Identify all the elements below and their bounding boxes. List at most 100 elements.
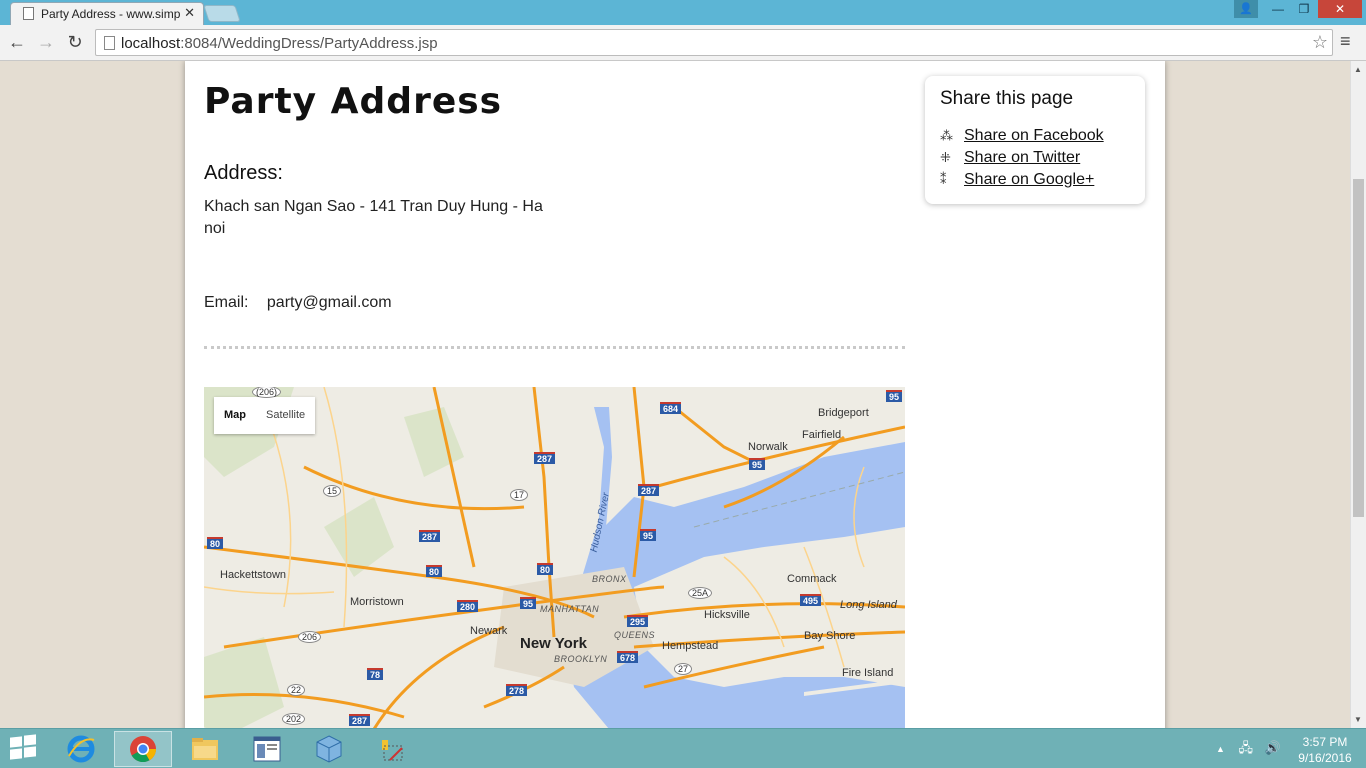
route-shield: 80 — [207, 537, 224, 549]
page-icon — [104, 36, 115, 50]
route-shield: 95 — [886, 390, 903, 402]
back-button[interactable]: ← — [5, 30, 29, 54]
map-label-queens: QUEENS — [614, 630, 656, 640]
email-row: Email: party@gmail.com — [204, 294, 392, 312]
route-shield-state: 27 — [674, 663, 693, 675]
address-bar[interactable]: localhost:8084/WeddingDress/PartyAddress… — [95, 29, 1333, 56]
user-icon[interactable]: 👤 — [1234, 0, 1258, 18]
maximize-button[interactable]: ❐ — [1291, 0, 1317, 18]
route-shield-state: 22 — [287, 684, 306, 696]
share-google-row: ⁑ Share on Google+ — [940, 171, 1094, 189]
tab-title: Party Address - www.simp — [41, 7, 181, 21]
reload-button[interactable]: ↻ — [63, 30, 87, 54]
route-shield: 287 — [638, 484, 660, 496]
browser-titlebar: Party Address - www.simp ✕ 👤 — ❐ ✕ — [0, 0, 1366, 25]
email-value: party@gmail.com — [266, 294, 392, 311]
taskbar-clock[interactable]: 3:57 PM 9/16/2016 — [1290, 734, 1360, 766]
map-label-newark: Newark — [470, 625, 508, 637]
page-content: Party Address Address: Khach san Ngan Sa… — [185, 61, 1165, 728]
map-label-bridgeport: Bridgeport — [818, 407, 869, 419]
network-icon[interactable]: 🖧 — [1239, 740, 1254, 755]
route-shield: 295 — [627, 615, 649, 627]
document-app-icon[interactable] — [238, 731, 296, 767]
map-label-norwalk: Norwalk — [748, 441, 788, 453]
route-shield: 95 — [640, 529, 657, 541]
route-shield-state: (206) — [252, 387, 282, 398]
virtualbox-icon[interactable] — [300, 731, 358, 767]
forward-button[interactable]: → — [34, 30, 58, 54]
document-icon — [23, 7, 34, 20]
tray-expand-icon[interactable]: ▲ — [1216, 744, 1225, 754]
facebook-icon: ⁂ — [940, 128, 953, 143]
map-label-hackettstown: Hackettstown — [220, 569, 287, 581]
map-label-bay-shore: Bay Shore — [804, 630, 856, 642]
tools-app-icon[interactable] — [362, 731, 420, 767]
volume-icon[interactable]: 🔊 — [1265, 740, 1281, 755]
map-label-hempstead: Hempstead — [662, 640, 719, 652]
map-type-map-button[interactable]: Map — [214, 397, 256, 434]
map-label-fairfield: Fairfield — [802, 429, 842, 441]
route-shield: 287 — [349, 714, 371, 726]
route-shield: 280 — [457, 600, 479, 612]
map-type-control: Map Satellite — [214, 397, 316, 434]
share-title: Share this page — [940, 88, 1074, 109]
share-twitter-link[interactable]: Share on Twitter — [964, 149, 1080, 166]
tab-party-address[interactable]: Party Address - www.simp ✕ — [10, 2, 204, 25]
map-label-hicksville: Hicksville — [704, 609, 750, 621]
scroll-thumb[interactable] — [1353, 179, 1364, 517]
divider — [204, 346, 905, 349]
map-label-bronx: BRONX — [592, 574, 627, 584]
windows-taskbar: ▲ 🖧 🔊 3:57 PM 9/16/2016 — [0, 728, 1366, 768]
route-shield: 95 — [520, 597, 537, 609]
route-shield: 278 — [506, 684, 528, 696]
map-tiles — [204, 387, 905, 728]
chrome-icon[interactable] — [114, 731, 172, 767]
map-label-fire-island: Fire Island — [842, 667, 894, 679]
route-shield-state: 17 — [510, 489, 529, 501]
file-explorer-icon[interactable] — [176, 731, 234, 767]
route-shield: 678 — [617, 651, 639, 663]
google-map[interactable]: Map Satellite Bridgeport Fairfield Norwa… — [204, 387, 905, 728]
address-heading: Address: — [204, 162, 283, 184]
internet-explorer-icon[interactable] — [52, 731, 110, 767]
scroll-up-arrow-icon[interactable]: ▲ — [1354, 65, 1362, 74]
email-label: Email: — [204, 294, 249, 311]
share-facebook-link[interactable]: Share on Facebook — [964, 127, 1104, 144]
tab-close-icon[interactable]: ✕ — [184, 5, 195, 21]
route-shield: 78 — [367, 668, 384, 680]
map-label-manhattan: MANHATTAN — [540, 604, 600, 614]
close-window-button[interactable]: ✕ — [1318, 0, 1362, 18]
route-shield: 684 — [660, 402, 682, 414]
share-twitter-row: ⁜ Share on Twitter — [940, 149, 1080, 167]
chrome-menu-icon[interactable]: ≡ — [1340, 31, 1351, 52]
minimize-button[interactable]: — — [1265, 0, 1291, 18]
map-type-satellite-button[interactable]: Satellite — [256, 397, 315, 434]
route-shield: 495 — [800, 594, 822, 606]
route-shield: 287 — [419, 530, 441, 542]
route-shield-state: 202 — [282, 713, 306, 725]
map-label-brooklyn: BROOKLYN — [554, 654, 608, 664]
map-label-morristown: Morristown — [350, 596, 404, 608]
page-scrollbar[interactable]: ▲ ▼ — [1350, 61, 1366, 728]
scroll-down-arrow-icon[interactable]: ▼ — [1354, 715, 1362, 724]
share-google-link[interactable]: Share on Google+ — [964, 171, 1094, 188]
map-label-long-island: Long Island — [840, 599, 897, 611]
map-label-new-york: New York — [520, 635, 587, 652]
new-tab-button[interactable] — [203, 5, 241, 22]
route-shield: 287 — [534, 452, 556, 464]
route-shield-state: 15 — [323, 485, 342, 497]
share-facebook-row: ⁂ Share on Facebook — [940, 127, 1104, 145]
clock-time: 3:57 PM — [1302, 735, 1348, 749]
browser-toolbar: ← → ↻ localhost:8084/WeddingDress/PartyA… — [0, 25, 1366, 61]
route-shield: 80 — [426, 565, 443, 577]
address-text: Khach san Ngan Sao - 141 Tran Duy Hung -… — [204, 198, 543, 237]
route-shield-state: 25A — [688, 587, 713, 599]
clock-date: 9/16/2016 — [1298, 751, 1352, 765]
route-shield-state: 206 — [298, 631, 322, 643]
map-label-commack: Commack — [787, 573, 837, 585]
twitter-icon: ⁜ — [940, 150, 951, 165]
windows-start-icon[interactable] — [10, 734, 38, 761]
bookmark-star-icon[interactable]: ☆ — [1312, 32, 1328, 53]
page-title: Party Address — [204, 81, 503, 122]
google-plus-icon: ⁑ — [940, 172, 947, 187]
